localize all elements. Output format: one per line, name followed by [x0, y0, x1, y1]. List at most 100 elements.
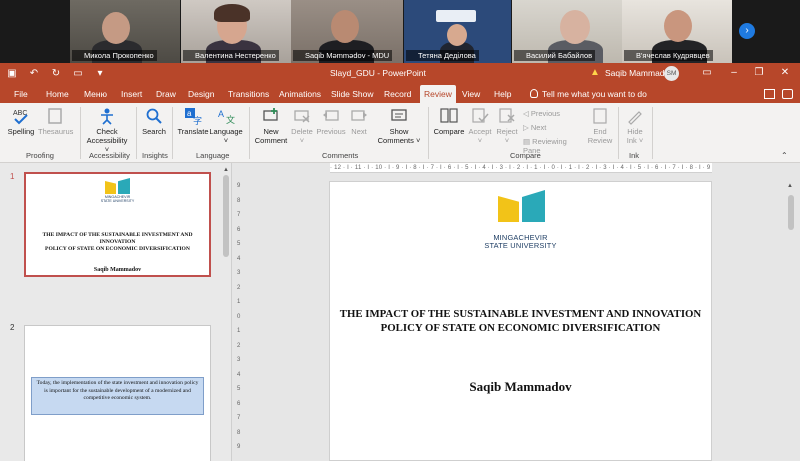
compare-label: Compare [433, 127, 465, 136]
previous-change-icon: ◁ [523, 109, 531, 118]
tab-design[interactable]: Design [188, 85, 214, 103]
show-comments-button[interactable]: Show Comments ˅ [376, 107, 422, 145]
group-ink-label: Ink [629, 151, 640, 160]
document-title: Slayd_GDU - PowerPoint [330, 68, 426, 78]
avatar[interactable]: SM [664, 66, 679, 81]
tab-insert[interactable]: Insert [121, 85, 142, 103]
hide-ink-label-1: Hide [627, 127, 643, 136]
slide-canvas[interactable]: MINGACHEVIR STATE UNIVERSITY THE IMPACT … [329, 181, 712, 461]
ruler-tick-label: 3 [237, 357, 241, 363]
slide-thumbnail-pane[interactable]: 1 MINGACHEVIR STATE UNIVERSITY THE IMPAC… [0, 163, 232, 461]
ruler-tick-label: 6 [237, 226, 241, 233]
participant-name: Валентина Нестеренко [183, 50, 279, 61]
undo-icon[interactable]: ↶ [28, 67, 40, 80]
tab-home[interactable]: Home [46, 85, 69, 103]
ruler-tick-label: 4 [237, 371, 241, 378]
tell-me-search[interactable]: Tell me what you want to do [530, 85, 647, 103]
thesaurus-button[interactable]: Thesaurus [38, 107, 73, 136]
app-window: Микола Прокопенко Валентина Нестеренко S… [0, 0, 800, 461]
participant-tile[interactable]: Микола Прокопенко [70, 0, 180, 63]
chevron-right-icon[interactable]: › [739, 23, 755, 39]
scroll-thumb[interactable] [788, 195, 794, 230]
scroll-up-arrow-icon[interactable]: ▲ [223, 167, 229, 173]
show-comments-label-2: Comments ˅ [377, 136, 421, 145]
reject-button[interactable]: Reject ˅ [494, 107, 520, 145]
tab-slide-show[interactable]: Slide Show [331, 85, 374, 103]
collapse-ribbon-icon[interactable]: ⌃ [781, 151, 788, 160]
compare-button[interactable]: Compare [432, 107, 466, 136]
slide-number: 2 [10, 323, 15, 332]
participant-tile-active[interactable]: Saqib Məmmədov - MDU [291, 0, 403, 63]
slide-thumbnail-1[interactable]: MINGACHEVIR STATE UNIVERSITY THE IMPACT … [24, 172, 211, 277]
ruler-tick-label: 7 [237, 415, 241, 421]
hide-ink-button[interactable]: Hide Ink ˅ [622, 107, 648, 145]
participant-name: Тетяна Дедiлова [406, 50, 479, 61]
next-comment-icon [351, 110, 367, 121]
close-icon[interactable]: ✕ [778, 66, 792, 80]
svg-text:A: A [218, 109, 224, 119]
slide-title[interactable]: THE IMPACT OF THE SUSTAINABLE INVESTMENT… [330, 307, 711, 335]
language-label-2: ˅ [223, 136, 229, 145]
language-button[interactable]: A文 Language ˅ [209, 107, 243, 145]
save-icon[interactable]: ▣ [6, 67, 18, 80]
scroll-thumb[interactable] [223, 175, 229, 257]
book-icon [48, 108, 62, 124]
ruler-tick-label: 5 [237, 386, 241, 392]
present-icon[interactable]: ▭ [72, 67, 84, 80]
search-button[interactable]: Search [140, 107, 168, 136]
participant-tile[interactable]: В'ячеслав Кудрявцев [622, 0, 732, 63]
share-icon[interactable] [782, 89, 793, 99]
compare-previous-button[interactable]: ◁ Previous [523, 109, 585, 118]
tab-view[interactable]: View [462, 85, 480, 103]
minimize-icon[interactable]: – [727, 66, 741, 80]
participant-tile[interactable]: Валентина Нестеренко [181, 0, 291, 63]
lightbulb-icon [530, 89, 538, 98]
tab-transitions[interactable]: Transitions [228, 85, 269, 103]
language-icon: A文 [218, 109, 235, 125]
search-icon [146, 108, 162, 124]
ruler-tick-label: 9 [237, 183, 241, 189]
thumb-slide-author: Saqib Mammadov [93, 267, 142, 273]
end-review-icon [593, 108, 607, 124]
compare-next-button[interactable]: ▷ Next [523, 123, 585, 132]
accept-button[interactable]: Accept ˅ [467, 107, 493, 145]
slide-number: 1 [10, 172, 15, 181]
warning-icon: ▲ [590, 67, 600, 78]
new-comment-button[interactable]: New Comment [252, 107, 290, 145]
slide-author[interactable]: Saqib Mammadov [330, 379, 711, 395]
comments-icon[interactable] [764, 89, 775, 99]
thumbnail-scrollbar[interactable]: ▲ [223, 167, 229, 457]
tab-review[interactable]: Review [420, 85, 456, 103]
previous-comment-button[interactable]: Previous [314, 107, 348, 136]
ruler-tick-label: 6 [237, 400, 241, 407]
compare-previous-label: Previous [530, 109, 561, 118]
editor-scrollbar[interactable]: ▲ [787, 183, 795, 461]
scroll-up-arrow-icon[interactable]: ▲ [787, 183, 793, 189]
restore-icon[interactable]: ❐ [752, 66, 766, 80]
svg-text:a: a [187, 109, 192, 118]
tab-record[interactable]: Record [384, 85, 411, 103]
participant-tile[interactable]: Василий Бабайлов [512, 0, 622, 63]
slide-thumbnail-2[interactable]: Today, the implementation of the state i… [24, 325, 211, 461]
translate-button[interactable]: a字 Translate [176, 107, 210, 136]
tab-file[interactable]: File [14, 85, 28, 103]
tab-animations[interactable]: Animations [279, 85, 321, 103]
ribbon-display-icon[interactable]: ▭ [700, 66, 714, 80]
tab-draw[interactable]: Draw [156, 85, 176, 103]
spelling-button[interactable]: ABC Spelling [6, 107, 36, 136]
tab-menu[interactable]: Меню [84, 85, 107, 103]
end-review-button[interactable]: End Review [587, 107, 613, 145]
check-accessibility-button[interactable]: Check Accessibility ˅ [84, 107, 130, 154]
delete-comment-button[interactable]: Delete ˅ [289, 107, 315, 145]
ruler-tick-label: 8 [237, 197, 241, 204]
ruler-tick-label: 3 [237, 270, 241, 276]
thumb-title-line-1: THE IMPACT OF THE SUSTAINABLE INVESTMENT… [42, 232, 193, 245]
redo-icon[interactable]: ↻ [50, 67, 62, 80]
ruler-tick-label: 0 [237, 313, 241, 320]
participant-tile[interactable]: Тетяна Дедiлова [404, 0, 511, 63]
delete-label-1: Delete [291, 127, 313, 136]
tab-help[interactable]: Help [494, 85, 511, 103]
next-comment-button[interactable]: Next [347, 107, 371, 136]
customize-qat-icon[interactable]: ▾ [94, 67, 106, 80]
vertical-ruler: 9 8 7 6 5 4 3 2 1 0 1 2 3 4 5 6 7 8 9 [235, 169, 245, 461]
